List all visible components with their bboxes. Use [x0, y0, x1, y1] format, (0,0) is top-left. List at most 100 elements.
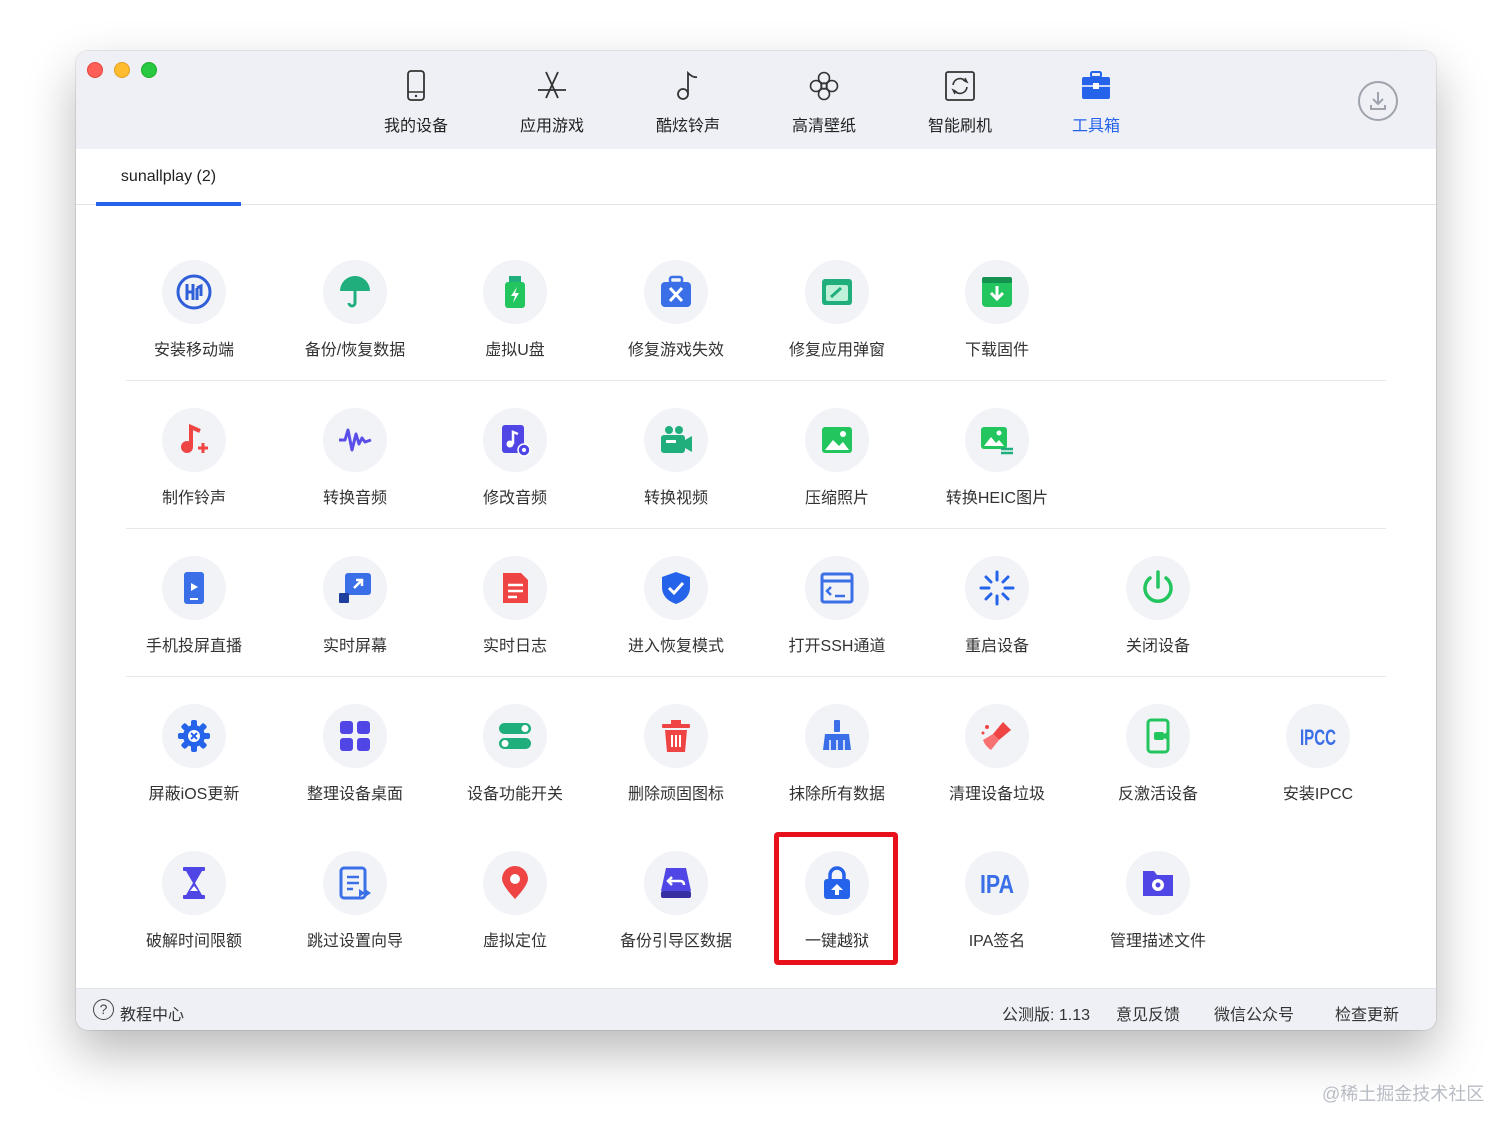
tool-clean-junk[interactable]: 清理设备垃圾	[922, 704, 1072, 814]
tool-label: 虚拟U盘	[485, 342, 545, 359]
check-update-link[interactable]: 检查更新	[1335, 1001, 1399, 1025]
tool-crack-time-limit[interactable]: 破解时间限额	[119, 851, 269, 961]
nav-label: 工具箱	[1071, 118, 1120, 135]
app-store-icon	[538, 71, 566, 99]
gear-block-icon	[178, 720, 210, 752]
tool-erase-all-data[interactable]: 抹除所有数据	[762, 704, 912, 814]
nav-wallpapers[interactable]: 高清壁纸	[774, 69, 874, 139]
tool-convert-video[interactable]: 转换视频	[601, 408, 751, 518]
tool-skip-setup[interactable]: 跳过设置向导	[280, 851, 430, 961]
music-note-icon	[677, 70, 698, 100]
tool-label: 管理描述文件	[1109, 933, 1206, 950]
tool-organize-desktop[interactable]: 整理设备桌面	[280, 704, 430, 814]
tool-label: 安装移动端	[153, 342, 234, 359]
nav-label: 应用游戏	[519, 118, 584, 135]
tool-virtual-usb[interactable]: 虚拟U盘	[440, 260, 590, 370]
tool-deactivate-device[interactable]: 反激活设备	[1083, 704, 1233, 814]
feedback-link[interactable]: 意见反馈	[1116, 1001, 1180, 1025]
svg-text:IPA: IPA	[980, 869, 1014, 899]
tool-restart-device[interactable]: 重启设备	[922, 556, 1072, 666]
tool-backup-boot[interactable]: 备份引导区数据	[601, 851, 751, 961]
trash-icon	[662, 720, 690, 752]
toolbox-icon	[1082, 71, 1110, 99]
tool-repair-game[interactable]: 修复游戏失效	[601, 260, 751, 370]
tool-recovery-mode[interactable]: 进入恢复模式	[601, 556, 751, 666]
grid-icon	[340, 721, 370, 751]
tool-convert-audio[interactable]: 转换音频	[280, 408, 430, 518]
tool-label: 跳过设置向导	[306, 933, 403, 950]
tool-repair-app[interactable]: 修复应用弹窗	[762, 260, 912, 370]
tool-ssh-tunnel[interactable]: 打开SSH通道	[762, 556, 912, 666]
convert-image-icon	[981, 427, 1013, 455]
tool-label: 删除顽固图标	[627, 786, 724, 803]
tool-download-firmware[interactable]: 下载固件	[922, 260, 1072, 370]
nav-apps-games[interactable]: 应用游戏	[502, 69, 602, 139]
tool-install-ipcc[interactable]: IPCC 安装IPCC	[1243, 704, 1393, 814]
nav-toolbox[interactable]: 工具箱	[1046, 69, 1146, 139]
close-window-button[interactable]	[87, 62, 103, 78]
tool-label: 备份引导区数据	[619, 933, 732, 950]
wechat-link[interactable]: 微信公众号	[1214, 1001, 1294, 1025]
shield-check-icon	[662, 572, 690, 604]
tool-feature-toggles[interactable]: 设备功能开关	[440, 704, 590, 814]
device-tab[interactable]: sunallplay (2)	[96, 149, 241, 206]
tool-virtual-location[interactable]: 虚拟定位	[440, 851, 590, 961]
download-manager-button[interactable]	[1358, 81, 1398, 121]
tool-label: 修复应用弹窗	[788, 342, 885, 359]
tool-label: 清理设备垃圾	[948, 786, 1045, 803]
restart-icon	[979, 570, 1015, 606]
tool-backup-restore[interactable]: 备份/恢复数据	[280, 260, 430, 370]
tool-convert-heic[interactable]: 转换HEIC图片	[922, 408, 1072, 518]
tool-label: 实时屏幕	[322, 638, 387, 655]
screen-cast-icon	[184, 572, 204, 604]
location-pin-icon	[502, 866, 528, 899]
erase-icon	[823, 720, 851, 750]
phone-icon	[407, 70, 425, 101]
tool-live-log[interactable]: 实时日志	[440, 556, 590, 666]
tool-shutdown-device[interactable]: 关闭设备	[1083, 556, 1233, 666]
watermark: @稀土掘金技术社区	[1322, 1084, 1485, 1104]
tool-delete-icons[interactable]: 删除顽固图标	[601, 704, 751, 814]
tutorial-center-link[interactable]: 教程中心	[120, 1001, 184, 1025]
tool-ipa-sign[interactable]: IPA IPA签名	[922, 851, 1072, 961]
tool-label: 下载固件	[964, 342, 1029, 359]
skip-setup-icon	[339, 866, 371, 900]
download-firmware-icon	[982, 277, 1012, 307]
help-icon[interactable]: ?	[93, 999, 114, 1020]
version-label: 公测版: 1.13	[1002, 1007, 1091, 1024]
active-tab-indicator	[96, 202, 241, 206]
install-mobile-icon	[176, 274, 212, 310]
tool-compress-photo[interactable]: 压缩照片	[762, 408, 912, 518]
tool-label: 破解时间限额	[145, 933, 242, 950]
tool-label: 修改音频	[482, 490, 547, 507]
tool-live-screen[interactable]: 实时屏幕	[280, 556, 430, 666]
tool-label: 安装IPCC	[1282, 786, 1354, 803]
nav-flash[interactable]: 智能刷机	[910, 69, 1010, 139]
refresh-icon	[945, 71, 975, 101]
tool-label: 备份/恢复数据	[304, 342, 406, 359]
log-icon	[503, 573, 528, 603]
tool-label: 手机投屏直播	[145, 638, 242, 655]
nav-label: 智能刷机	[927, 118, 992, 135]
tool-install-mobile[interactable]: 安装移动端	[119, 260, 269, 370]
tool-label: 虚拟定位	[482, 933, 547, 950]
status-bar: ? 教程中心 公测版: 1.13 意见反馈 微信公众号 检查更新	[76, 988, 1436, 1030]
tool-label: 修复游戏失效	[627, 342, 724, 359]
tool-label: 设备功能开关	[466, 786, 563, 803]
tool-screen-cast[interactable]: 手机投屏直播	[119, 556, 269, 666]
tool-manage-profiles[interactable]: 管理描述文件	[1083, 851, 1233, 961]
nav-my-device[interactable]: 我的设备	[366, 69, 466, 139]
row-divider	[126, 380, 1386, 381]
repair-game-icon	[661, 275, 691, 307]
make-ringtone-icon	[181, 423, 208, 453]
zoom-window-button[interactable]	[141, 62, 157, 78]
device-tab-label: sunallplay (2)	[120, 168, 217, 185]
minimize-window-button[interactable]	[114, 62, 130, 78]
row-divider	[126, 676, 1386, 677]
nav-ringtones[interactable]: 酷炫铃声	[638, 69, 738, 139]
tool-make-ringtone[interactable]: 制作铃声	[119, 408, 269, 518]
tool-edit-audio[interactable]: 修改音频	[440, 408, 590, 518]
hourglass-icon	[183, 867, 205, 899]
titlebar: 我的设备 应用游戏 酷炫铃声 高清壁纸 智能刷机 工具箱	[76, 51, 1436, 149]
tool-block-ios-update[interactable]: 屏蔽iOS更新	[119, 704, 269, 814]
